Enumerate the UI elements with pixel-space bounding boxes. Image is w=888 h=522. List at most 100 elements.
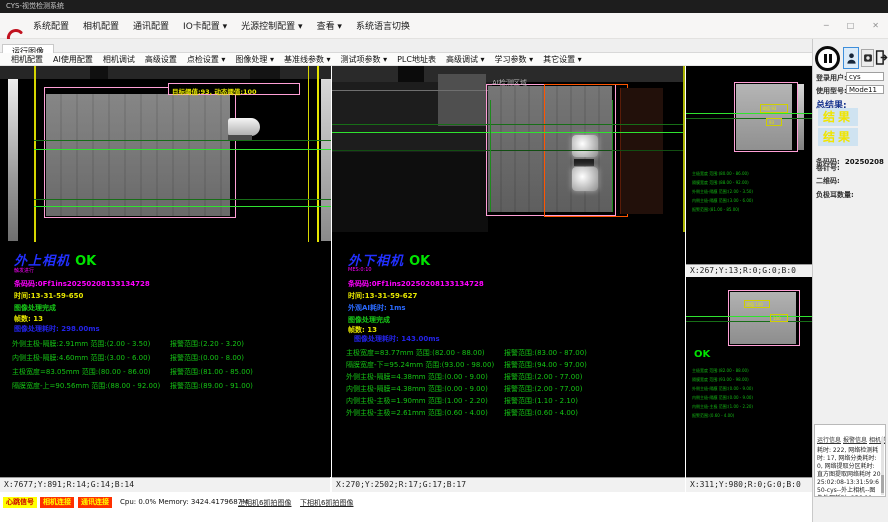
pause-icon	[824, 54, 827, 63]
scrollbar[interactable]	[881, 437, 884, 495]
alarm-range: 报警范围:(1.10 - 2.10)	[504, 396, 578, 406]
threshold-label-box: 阈值:100	[744, 300, 770, 308]
qr-code-label: 二维码:	[816, 176, 840, 186]
tool-camera-config[interactable]: 相机配置	[6, 54, 48, 65]
threshold-label-box: 目标阈值:93, 动态阈值:100	[168, 83, 300, 95]
left-pixel-coordinates: X:7677;Y:891;R:14;G:14;B:14	[0, 477, 330, 492]
title-bar: CYS-视觉检测系统	[0, 0, 888, 13]
measure-text: 外侧主极-主极=2.61mm 范围:(0.60 - 4.00)	[346, 408, 488, 418]
micro-row: 报警范围:(0.60 - 4.00)	[692, 412, 734, 420]
bright-edge	[321, 79, 331, 241]
heartbeat-badge: 心跳信号	[3, 497, 37, 508]
tool-baseline-params[interactable]: 基准线参数 ▾	[279, 54, 336, 65]
alarm-range: 报警范围:(81.00 - 85.00)	[170, 367, 253, 377]
measure-text: 内侧主极-主极=1.90mm 范围:(1.00 - 2.20)	[346, 396, 488, 406]
lower-camera-snapshot-link[interactable]: 下相机6抓拍图像	[300, 498, 353, 508]
measurement-row: 外侧主极-隔膜=4.38mm 范围:(0.00 - 9.00) 报警范围:(2.…	[346, 372, 664, 384]
metal-highlight	[572, 135, 598, 157]
middle-barcode: 条码码:0Ff1ins20250208133134728	[348, 279, 484, 289]
info-tab-alarm[interactable]: 报警信息	[843, 437, 867, 444]
measure-line	[34, 199, 331, 200]
tool-camera-debug[interactable]: 相机调试	[98, 54, 140, 65]
menu-view[interactable]: 查看 ▾	[310, 19, 349, 32]
minimize-button[interactable]: ─	[815, 21, 838, 30]
micro-row: 主极宽度 范围:(80.00 - 86.00)	[692, 170, 749, 178]
comm-connection-badge: 通讯连接	[78, 497, 112, 508]
app-title: CYS-视觉检测系统	[6, 2, 64, 10]
alarm-range: 报警范围:(83.00 - 87.00)	[504, 348, 587, 358]
camera-thumb-lower-inner[interactable]: 阈值:100 100 OK 主极宽度 范围:(82.00 - 88.00) 隔膜…	[686, 277, 812, 477]
alarm-range: 报警范围:(89.00 - 91.00)	[170, 381, 253, 391]
micro-row: 外侧主极-隔膜 范围:(0.00 - 9.00)	[692, 385, 753, 393]
menu-language-switch[interactable]: 系统语言切换	[349, 19, 417, 32]
model-label: 使用型号:	[816, 86, 847, 96]
pause-button[interactable]	[815, 46, 840, 71]
measurement-row: 主极宽度=83.05mm 范围:(80.00 - 86.00) 报警范围:(81…	[12, 367, 330, 379]
login-user-input[interactable]	[846, 72, 884, 81]
result-box-1: 结果	[818, 108, 858, 126]
info-tabs: 运行信息报警信息相机信息	[815, 425, 885, 446]
tool-other-settings[interactable]: 其它设置 ▾	[538, 54, 587, 65]
measure-line	[34, 206, 331, 207]
measure-line	[686, 321, 812, 322]
menu-system-config[interactable]: 系统配置	[26, 19, 76, 32]
middle-time: 时间:13-31-59-627	[348, 291, 417, 301]
menu-camera-config[interactable]: 相机配置	[76, 19, 126, 32]
menu-io-config[interactable]: IO卡配置 ▾	[176, 19, 234, 32]
camera-snapshot-button[interactable]	[861, 49, 874, 67]
tool-image-processing[interactable]: 图像处理 ▾	[230, 54, 279, 65]
tool-learning-params[interactable]: 学习参数 ▾	[490, 54, 539, 65]
model-input[interactable]	[846, 85, 884, 94]
tool-advanced-debug[interactable]: 高级调试 ▾	[441, 54, 490, 65]
tool-ai-config[interactable]: AI使用配置	[48, 54, 98, 65]
threshold-label-box: 阈值:93	[760, 104, 788, 113]
threshold-label: 目标阈值:93, 动态阈值:100	[172, 86, 257, 96]
middle-sub-status: MES:0:10	[348, 267, 372, 273]
upper-camera-snapshot-link[interactable]: 上相机6抓拍图像	[238, 498, 291, 508]
user-icon	[846, 51, 857, 66]
micro-row: 隔膜宽度 范围:(88.00 - 92.00)	[692, 179, 749, 187]
measure-line	[34, 149, 331, 150]
info-tab-run[interactable]: 运行信息	[817, 437, 841, 444]
machinery-block	[438, 74, 486, 126]
bright-edge	[8, 79, 18, 241]
threshold-label: 阈值:100	[746, 302, 763, 308]
bright-edge	[798, 84, 804, 150]
menu-bar: 系统配置 相机配置 通讯配置 IO卡配置 ▾ 光源控制配置 ▾ 查看 ▾ 系统语…	[0, 13, 888, 39]
micro-row: 隔膜宽度 范围:(93.00 - 98.00)	[692, 376, 749, 384]
metal-pin-image	[228, 118, 260, 136]
machinery-slot	[90, 66, 108, 79]
tool-advanced-settings[interactable]: 高级设置	[140, 54, 182, 65]
machinery-edge	[332, 90, 488, 91]
result-ok: OK	[409, 254, 430, 269]
alarm-range: 报警范围:(2.00 - 77.00)	[504, 384, 582, 394]
left-barcode: 条码码:0Ff1ins20250208133134728	[14, 279, 150, 289]
machinery-slot	[250, 66, 280, 79]
micro-row: 外侧主极-隔膜 范围:(2.00 - 3.50)	[692, 188, 753, 196]
micro-row: 内侧主极-隔膜 范围:(3.00 - 6.00)	[692, 197, 753, 205]
exit-button[interactable]	[875, 47, 888, 68]
close-button[interactable]: ✕	[863, 21, 888, 30]
camera-panel-upper-outer[interactable]: 目标阈值:93, 动态阈值:100	[0, 66, 331, 477]
ai-area-label: AI检测区域	[492, 78, 527, 88]
micro-row: 报警范围:(81.00 - 85.00)	[692, 206, 739, 214]
measurement-row: 内侧主极-主极=1.90mm 范围:(1.00 - 2.20) 报警范围:(1.…	[346, 396, 664, 408]
tool-spot-check[interactable]: 点检设置 ▾	[182, 54, 231, 65]
user-login-button[interactable]	[843, 47, 859, 69]
tool-plc-address[interactable]: PLC地址表	[392, 54, 441, 65]
scrollbar-thumb[interactable]	[881, 475, 884, 493]
middle-process-done: 图像处理完成	[348, 315, 390, 325]
middle-pixel-coordinates: X:270;Y:2502;R:17;G:17;B:17	[332, 477, 685, 492]
micro-row: 内侧主极-主极 范围:(1.00 - 2.20)	[692, 403, 753, 411]
measure-text: 内侧主极-隔膜=4.38mm 范围:(0.00 - 9.00)	[346, 384, 488, 394]
metal-highlight	[572, 167, 598, 191]
tool-test-params[interactable]: 测试项参数 ▾	[336, 54, 393, 65]
maximize-button[interactable]: □	[838, 21, 864, 30]
menu-comm-config[interactable]: 通讯配置	[126, 19, 176, 32]
camera-icon	[863, 53, 873, 63]
left-frame-count: 帧数: 13	[14, 314, 43, 324]
threshold-label-box: 100	[770, 314, 788, 322]
menu-light-config[interactable]: 光源控制配置 ▾	[234, 19, 309, 32]
camera-thumb-upper-inner[interactable]: 阈值:93 93 主极宽度 范围:(80.00 - 86.00) 隔膜宽度 范围…	[686, 66, 812, 264]
measure-text: 隔膜宽度-上=90.56mm 范围:(88.00 - 92.00)	[12, 381, 160, 391]
